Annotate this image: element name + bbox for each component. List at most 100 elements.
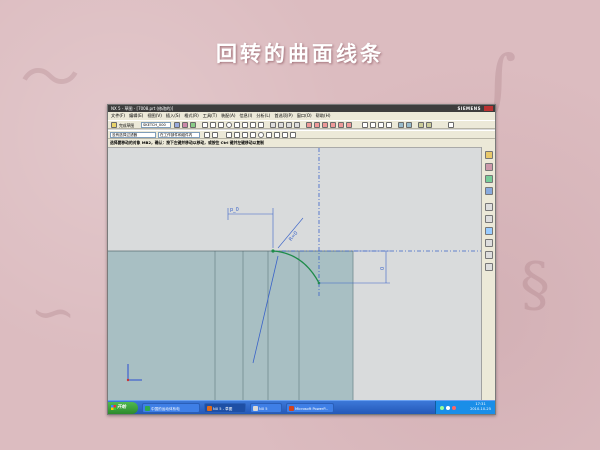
inferred-dimension-icon[interactable]: [306, 122, 312, 128]
mirror-curve-icon[interactable]: [278, 122, 284, 128]
security-icon[interactable]: [452, 406, 456, 410]
wcs-origin: [126, 378, 130, 382]
start-label: 开始: [117, 405, 126, 410]
selection-scope-dropdown[interactable]: 在工作部件和组件内: [158, 132, 200, 138]
taskbar-task[interactable]: NX 5: [250, 403, 282, 413]
snap-on-surface-icon[interactable]: [290, 132, 296, 138]
sketch-svg[interactable]: p_0 R=0 0: [108, 148, 483, 403]
dim-radius-text[interactable]: R=0: [288, 230, 299, 242]
menu-item[interactable]: 装配(A): [221, 113, 236, 118]
network-icon[interactable]: [440, 406, 444, 410]
menu-item[interactable]: 分析(L): [256, 113, 270, 118]
task-app-icon: [145, 406, 150, 411]
orient-view-icon[interactable]: [174, 122, 180, 128]
cue-line: 选择要移动的对象 MB2，确认：按下左键并移动以移动，或按住 Ctrl 键并左键…: [108, 139, 495, 147]
menu-item[interactable]: 窗口(O): [297, 113, 312, 118]
update-model-icon[interactable]: [190, 122, 196, 128]
offset-curve-icon[interactable]: [270, 122, 276, 128]
brand-label: SIEMENS: [457, 106, 481, 111]
reuse-library-icon[interactable]: [485, 187, 493, 195]
menu-item[interactable]: 格式(R): [184, 113, 199, 118]
start-button[interactable]: 开始: [108, 402, 138, 414]
roles-icon[interactable]: [485, 251, 493, 259]
web-browser-icon[interactable]: [485, 227, 493, 235]
fit-view-icon[interactable]: [362, 122, 368, 128]
spline-icon[interactable]: [250, 122, 256, 128]
sketch-name-dropdown[interactable]: SKETCH_000: [141, 122, 171, 128]
snap-endpoint-icon[interactable]: [226, 132, 232, 138]
layer-icon[interactable]: [418, 122, 424, 128]
snap-quadrant-icon[interactable]: [266, 132, 272, 138]
snap-control-icon[interactable]: [242, 132, 248, 138]
system-scenes-icon[interactable]: [485, 263, 493, 271]
point-icon[interactable]: [258, 122, 264, 128]
menu-item[interactable]: 帮助(H): [316, 113, 331, 118]
menu-bar: 文件(F) 编辑(E) 视图(V) 插入(S) 格式(R) 工具(T) 装配(A) 信息(I)…: [108, 112, 495, 120]
menu-item[interactable]: 工具(T): [203, 113, 217, 118]
resource-bar: [481, 147, 495, 402]
part-navigator-icon[interactable]: [485, 175, 493, 183]
taskbar-task[interactable]: 中国的运动体系电: [142, 403, 200, 413]
rectangle-icon[interactable]: [242, 122, 248, 128]
menu-item[interactable]: 文件(F): [111, 113, 125, 118]
snap-center-icon[interactable]: [258, 132, 264, 138]
dim-radius-leader: [277, 217, 304, 249]
alternate-solution-icon[interactable]: [346, 122, 352, 128]
taskbar-task[interactable]: NX 5 - 草图: [204, 403, 246, 413]
menu-item[interactable]: 信息(I): [239, 113, 252, 118]
line-icon[interactable]: [210, 122, 216, 128]
process-studio-icon[interactable]: [485, 239, 493, 247]
snap-on-curve-icon[interactable]: [282, 132, 288, 138]
background-calligraphy: ∽: [30, 280, 77, 344]
wireframe-icon[interactable]: [406, 122, 412, 128]
dim-horizontal-text[interactable]: p_0: [230, 207, 239, 213]
constraint-icon[interactable]: [314, 122, 320, 128]
graphics-window[interactable]: p_0 R=0 0: [108, 147, 483, 403]
auto-constrain-icon[interactable]: [322, 122, 328, 128]
task-label: NX 5: [259, 407, 268, 411]
system-materials-icon[interactable]: [485, 215, 493, 223]
nx-window: NX 5 - 草图 - [7008.prt (修改的)] SIEMENS 文件(…: [107, 104, 496, 415]
snap-intersect-icon[interactable]: [250, 132, 256, 138]
rotate-icon[interactable]: [378, 122, 384, 128]
fillet-icon[interactable]: [234, 122, 240, 128]
shading-icon[interactable]: [398, 122, 404, 128]
show-constraints-icon[interactable]: [330, 122, 336, 128]
menu-item[interactable]: 插入(S): [166, 113, 180, 118]
snap-midpoint-icon[interactable]: [234, 132, 240, 138]
deselect-icon[interactable]: [212, 132, 218, 138]
background-calligraphy: §: [520, 250, 550, 320]
menu-item[interactable]: 编辑(E): [129, 113, 143, 118]
taskbar-task[interactable]: Microsoft PowerP...: [286, 403, 334, 413]
close-window-button[interactable]: [484, 106, 493, 111]
clock[interactable]: 17:31 2010-10-25: [470, 402, 491, 412]
volume-icon[interactable]: [446, 406, 450, 410]
task-label: Microsoft PowerP...: [295, 407, 329, 411]
extend-icon[interactable]: [294, 122, 300, 128]
reattach-icon[interactable]: [182, 122, 188, 128]
finish-sketch-label[interactable]: 完成草图: [119, 121, 134, 130]
snap-existing-icon[interactable]: [274, 132, 280, 138]
constraint-navigator-icon[interactable]: [485, 163, 493, 171]
system-tray: 17:31 2010-10-25: [435, 401, 495, 414]
solid-face[interactable]: [108, 251, 353, 403]
trim-icon[interactable]: [286, 122, 292, 128]
menu-item[interactable]: 首选项(P): [274, 113, 292, 118]
type-filter-dropdown[interactable]: 没有选择过滤器: [110, 132, 156, 138]
arc-icon[interactable]: [218, 122, 224, 128]
help-icon[interactable]: [448, 122, 454, 128]
select-all-icon[interactable]: [204, 132, 210, 138]
assembly-navigator-icon[interactable]: [485, 151, 493, 159]
zoom-icon[interactable]: [370, 122, 376, 128]
section-view-icon[interactable]: [426, 122, 432, 128]
pan-icon[interactable]: [386, 122, 392, 128]
window-title: NX 5 - 草图 - [7008.prt (修改的)]: [111, 106, 174, 111]
finish-sketch-icon[interactable]: [111, 122, 117, 128]
circle-icon[interactable]: [226, 122, 232, 128]
profile-icon[interactable]: [202, 122, 208, 128]
dim-vertical-text[interactable]: 0: [380, 267, 386, 270]
convert-reference-icon[interactable]: [338, 122, 344, 128]
arc-start-point[interactable]: [271, 249, 275, 253]
menu-item[interactable]: 视图(V): [147, 113, 162, 118]
history-icon[interactable]: [485, 203, 493, 211]
